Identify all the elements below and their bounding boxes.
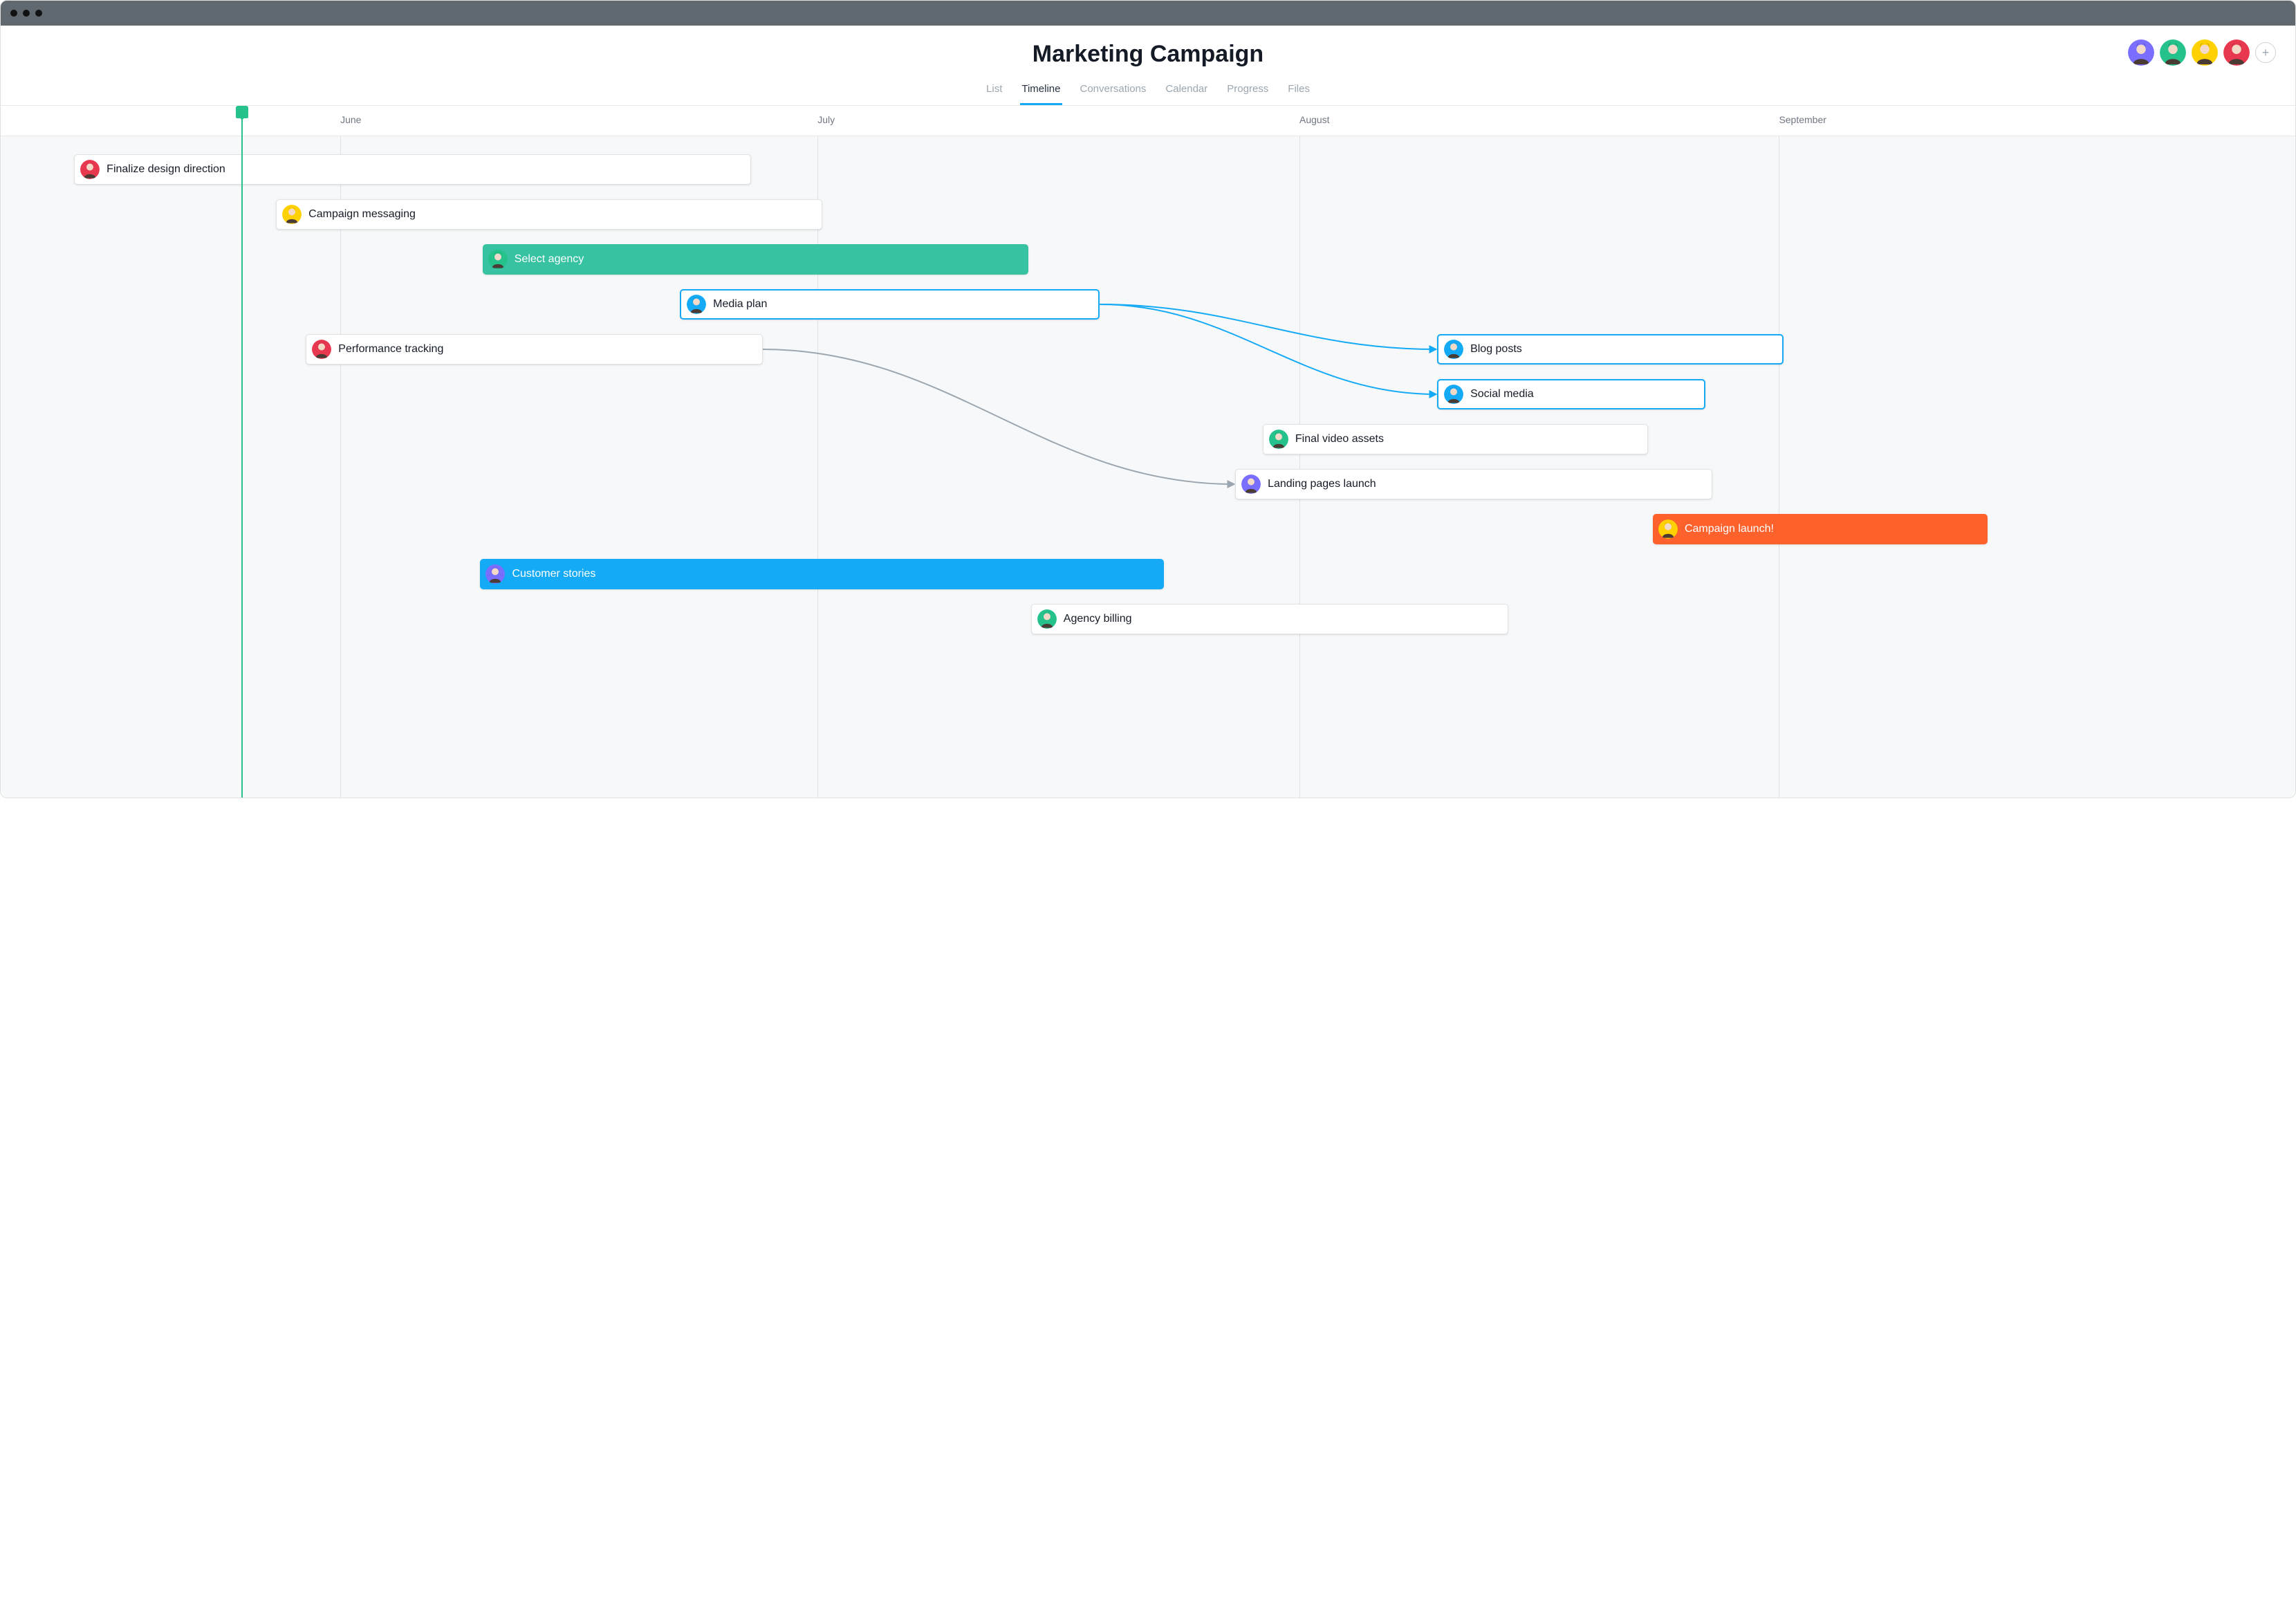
- window-dot: [10, 10, 17, 17]
- task-bar[interactable]: Campaign launch!: [1653, 514, 1988, 544]
- task-bar[interactable]: Final video assets: [1263, 424, 1648, 454]
- task-bar[interactable]: Agency billing: [1031, 604, 1508, 634]
- task-label: Agency billing: [1064, 613, 1132, 625]
- task-label: Finalize design direction: [107, 163, 225, 176]
- tab-files[interactable]: Files: [1286, 77, 1311, 105]
- dependency-arrow: [1100, 304, 1436, 394]
- task-label: Customer stories: [512, 568, 595, 580]
- add-member-button[interactable]: +: [2255, 42, 2276, 63]
- project-header: Marketing Campaign + List Timeline Convers…: [1, 26, 2295, 106]
- task-label: Select agency: [515, 253, 584, 266]
- tab-calendar[interactable]: Calendar: [1164, 77, 1209, 105]
- view-tabs: List Timeline Conversations Calendar Progres…: [1, 77, 2295, 105]
- tab-progress[interactable]: Progress: [1225, 77, 1270, 105]
- task-label: Final video assets: [1295, 433, 1384, 445]
- assignee-avatar: [1658, 519, 1678, 539]
- task-label: Performance tracking: [338, 343, 443, 356]
- task-bar[interactable]: Blog posts: [1437, 334, 1784, 365]
- task-label: Blog posts: [1470, 343, 1522, 356]
- assignee-avatar: [1269, 430, 1288, 449]
- member-avatar[interactable]: [2160, 39, 2186, 66]
- member-avatar[interactable]: [2192, 39, 2218, 66]
- task-label: Landing pages launch: [1268, 478, 1376, 490]
- member-avatar[interactable]: [2223, 39, 2250, 66]
- task-label: Media plan: [713, 298, 767, 311]
- task-label: Campaign launch!: [1685, 523, 1774, 535]
- assignee-avatar: [488, 250, 508, 269]
- month-gridline: [817, 136, 818, 798]
- member-avatar[interactable]: [2128, 39, 2154, 66]
- task-bar[interactable]: Customer stories: [480, 559, 1164, 589]
- today-marker: [241, 109, 243, 798]
- assignee-avatar: [1241, 474, 1261, 494]
- assignee-avatar: [485, 564, 505, 584]
- task-bar[interactable]: Landing pages launch: [1235, 469, 1712, 499]
- task-bar[interactable]: Social media: [1437, 379, 1705, 409]
- month-label: July: [817, 114, 835, 125]
- timeline-area[interactable]: June July August September Finalize design …: [1, 106, 2295, 798]
- assignee-avatar: [80, 160, 100, 179]
- tab-list[interactable]: List: [985, 77, 1003, 105]
- month-gridline: [1299, 136, 1300, 798]
- tab-conversations[interactable]: Conversations: [1079, 77, 1148, 105]
- assignee-avatar: [282, 205, 302, 224]
- dependency-arrow: [763, 349, 1234, 484]
- assignee-avatar: [1444, 385, 1463, 404]
- month-label: June: [340, 114, 361, 125]
- task-label: Social media: [1470, 388, 1534, 400]
- month-label: August: [1299, 114, 1330, 125]
- month-header: June July August September: [1, 106, 2295, 136]
- assignee-avatar: [1037, 609, 1057, 629]
- task-bar[interactable]: Media plan: [680, 289, 1100, 320]
- window-dot: [23, 10, 30, 17]
- dependency-arrow: [1100, 304, 1436, 349]
- task-bar[interactable]: Select agency: [483, 244, 1029, 275]
- task-bar[interactable]: Finalize design direction: [74, 154, 751, 185]
- tab-timeline[interactable]: Timeline: [1020, 77, 1062, 105]
- assignee-avatar: [687, 295, 706, 314]
- window-dot: [35, 10, 42, 17]
- month-label: September: [1779, 114, 1826, 125]
- month-gridline: [340, 136, 341, 798]
- task-bar[interactable]: Performance tracking: [306, 334, 762, 365]
- page-title: Marketing Campaign: [1, 41, 2295, 68]
- project-members: +: [2128, 39, 2276, 66]
- window-title-bar: [1, 1, 2295, 26]
- task-label: Campaign messaging: [308, 208, 416, 221]
- assignee-avatar: [1444, 340, 1463, 359]
- task-bar[interactable]: Campaign messaging: [276, 199, 822, 230]
- app-window: Marketing Campaign + List Timeline Convers…: [0, 0, 2296, 798]
- assignee-avatar: [312, 340, 331, 359]
